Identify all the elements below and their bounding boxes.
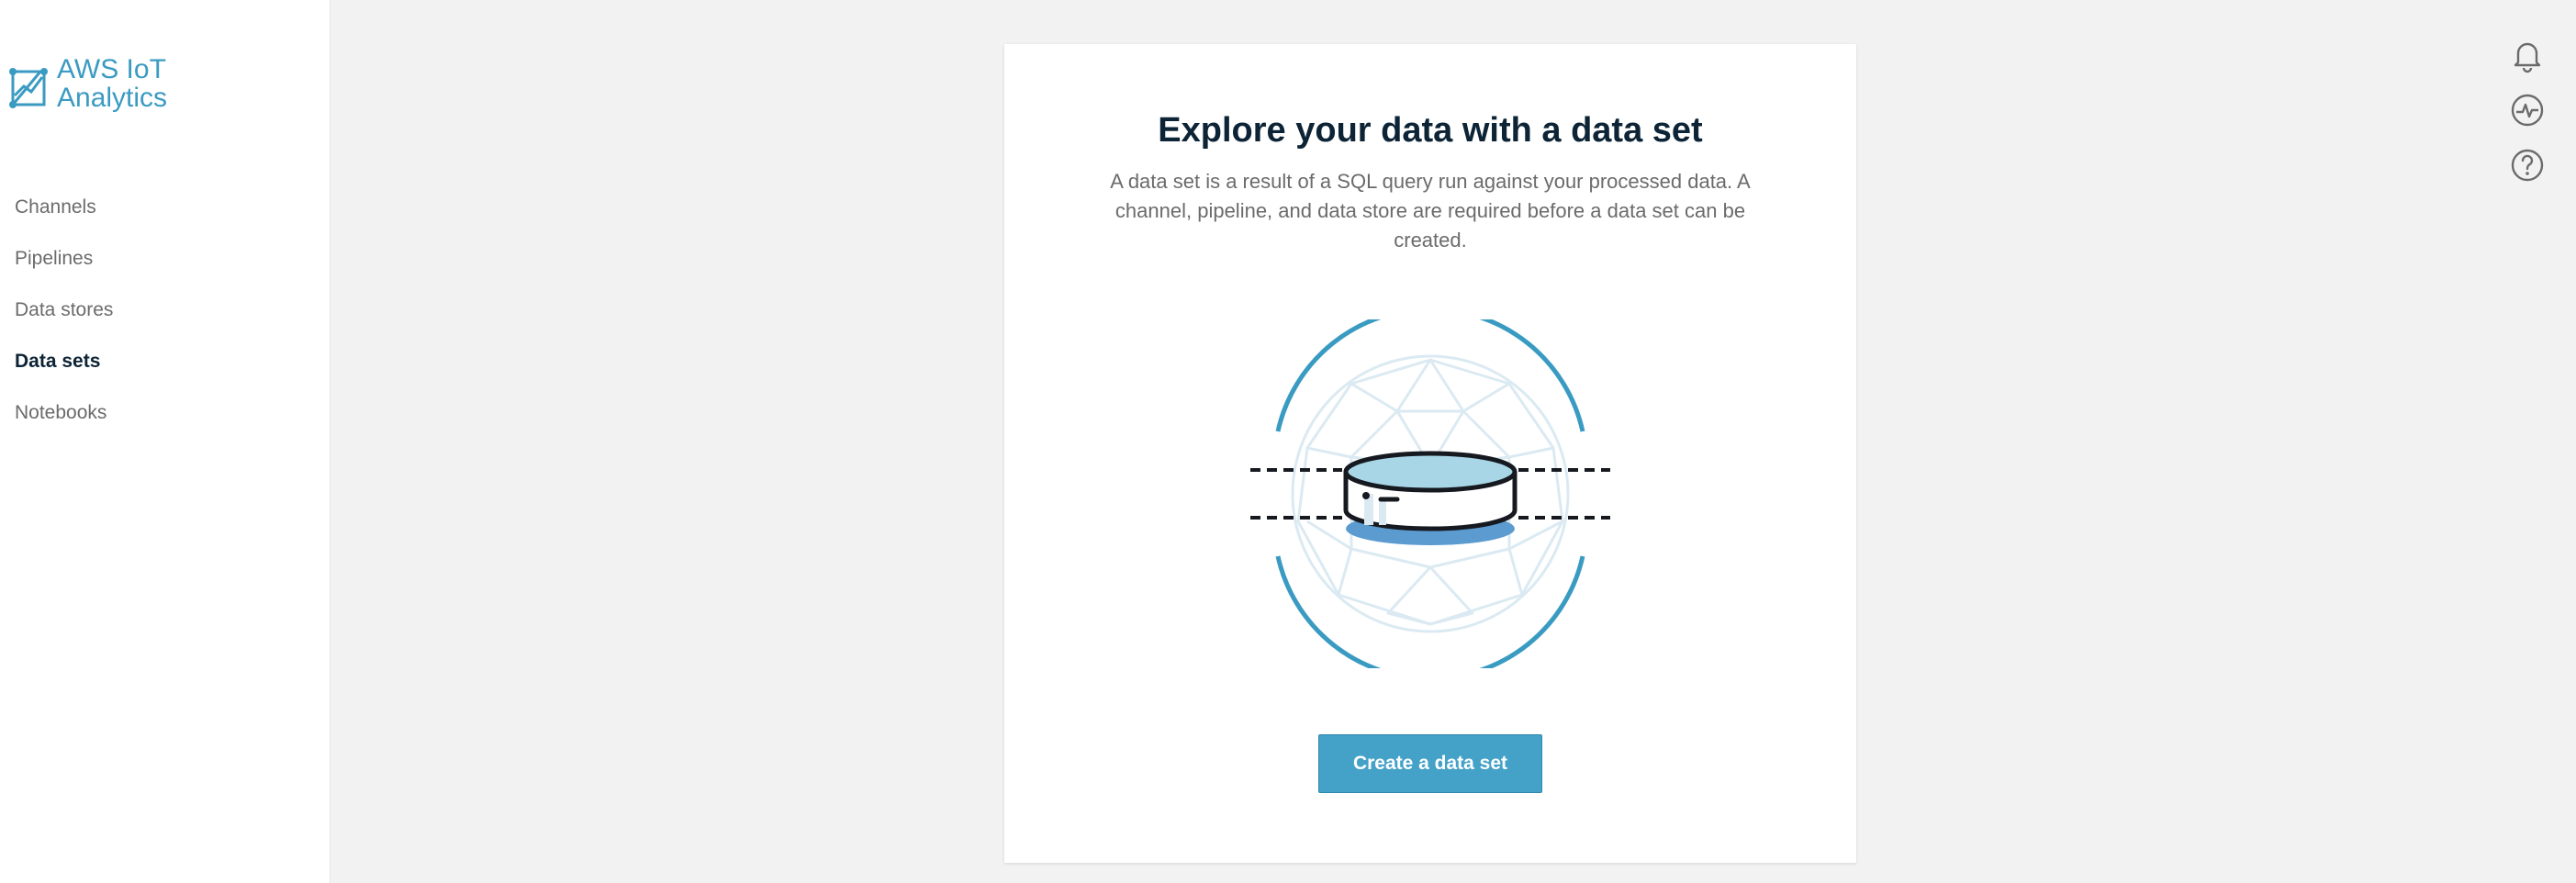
brand-link[interactable]: AWS IoT Analytics — [6, 55, 167, 116]
database-sphere-illustration-icon — [1250, 319, 1610, 668]
activity-icon[interactable] — [2509, 92, 2546, 129]
empty-state-description: A data set is a result of a SQL query ru… — [1110, 170, 1751, 251]
page-title: Explore your data with a data set — [1158, 111, 1703, 150]
header-icon-group — [2509, 37, 2546, 202]
sidebar-item-channels[interactable]: Channels — [15, 191, 113, 242]
sidebar-item-notebooks[interactable]: Notebooks — [15, 397, 113, 448]
sidebar: AWS IoT Analytics Channels Pipelines Dat… — [0, 0, 330, 883]
sidebar-item-data-sets[interactable]: Data sets — [15, 345, 113, 397]
bell-icon[interactable] — [2509, 37, 2546, 73]
iot-analytics-logo-icon — [9, 68, 48, 108]
create-data-set-button[interactable]: Create a data set — [1318, 734, 1542, 793]
brand-name: AWS IoT Analytics — [57, 54, 168, 113]
empty-state-card: Explore your data with a data set A data… — [1004, 44, 1856, 863]
sidebar-item-data-stores[interactable]: Data stores — [15, 294, 113, 345]
sidebar-nav: Channels Pipelines Data stores Data sets… — [15, 191, 113, 448]
sidebar-item-pipelines[interactable]: Pipelines — [15, 242, 113, 294]
help-icon[interactable] — [2509, 147, 2546, 184]
